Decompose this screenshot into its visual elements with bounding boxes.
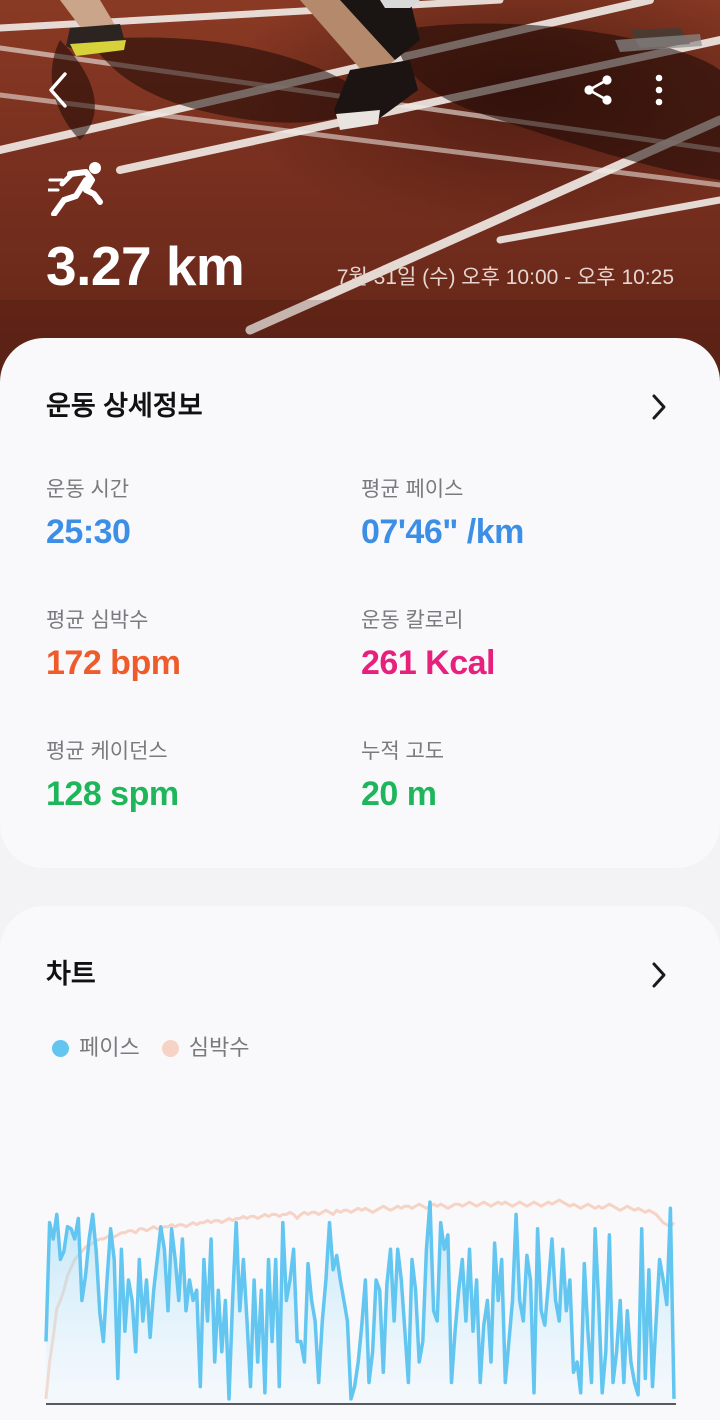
legend-item-heart-rate[interactable]: 심박수	[161, 1034, 250, 1062]
legend-item-pace[interactable]: 페이스	[52, 1034, 140, 1062]
chart-legend: 페이스 심박수	[52, 1034, 271, 1062]
stat-average-cadence: 평균 케이던스 128 spm	[46, 738, 346, 814]
stat-label: 운동 칼로리	[361, 609, 464, 632]
share-button[interactable]	[574, 66, 622, 114]
chevron-right-icon	[652, 394, 666, 420]
legend-label: 심박수	[188, 1035, 250, 1060]
chart-card-title: 차트	[46, 959, 96, 989]
stat-elevation-gain: 누적 고도 20 m	[361, 738, 661, 814]
details-card-title: 운동 상세정보	[46, 391, 203, 421]
pace-heart-rate-chart[interactable]	[0, 1186, 720, 1410]
stat-average-pace: 평균 페이스 07'46" /km	[361, 476, 661, 552]
more-vertical-icon	[655, 74, 663, 106]
running-icon	[48, 162, 103, 216]
details-expand-button[interactable]	[642, 390, 676, 424]
stat-value: 20 m	[361, 775, 437, 813]
stat-label: 평균 페이스	[361, 478, 464, 501]
workout-details-card[interactable]: 운동 상세정보 운동 시간 25:30 평균 페이스 07'46" /km 평균…	[0, 338, 720, 868]
chevron-right-icon	[652, 962, 666, 988]
legend-dot	[52, 1039, 69, 1057]
stat-label: 누적 고도	[361, 740, 445, 763]
share-icon	[584, 75, 612, 105]
chart-card[interactable]: 차트 페이스 심박수	[0, 906, 720, 1420]
stat-value: 128 spm	[46, 775, 179, 813]
stat-value: 172 bpm	[46, 644, 181, 682]
stat-value: 25:30	[46, 513, 131, 551]
stat-average-heart-rate: 평균 심박수 172 bpm	[46, 607, 346, 683]
stat-label: 운동 시간	[46, 478, 130, 501]
stat-value: 261 Kcal	[361, 644, 496, 682]
distance-value: 3.27 km	[46, 235, 245, 297]
stat-label: 평균 케이던스	[46, 740, 168, 763]
stat-workout-time: 운동 시간 25:30	[46, 476, 346, 552]
stat-value: 07'46" /km	[361, 513, 524, 551]
legend-label: 페이스	[79, 1035, 140, 1060]
workout-datetime: 7월 31일 (수) 오후 10:00 - 오후 10:25	[336, 266, 674, 289]
back-arrow-icon	[49, 72, 67, 108]
stat-label: 평균 심박수	[46, 609, 149, 632]
stat-calories: 운동 칼로리 261 Kcal	[361, 607, 661, 683]
legend-dot	[161, 1039, 179, 1057]
back-button[interactable]	[34, 66, 82, 114]
workout-detail-screen: 3.27 km 7월 31일 (수) 오후 10:00 - 오후 10:25 운…	[0, 0, 720, 1420]
more-options-button[interactable]	[635, 66, 683, 114]
chart-expand-button[interactable]	[642, 958, 676, 992]
